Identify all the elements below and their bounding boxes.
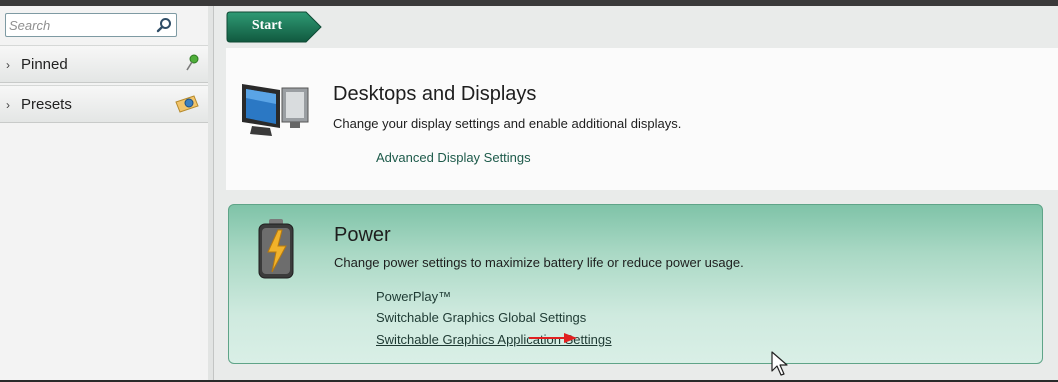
mouse-cursor-icon (771, 351, 789, 382)
monitor-icon (240, 82, 324, 143)
start-button[interactable]: Start (226, 11, 322, 43)
start-label: Start (251, 18, 283, 33)
pin-icon (184, 54, 200, 77)
presets-icon (174, 94, 200, 119)
section-title: Power (334, 224, 391, 246)
section-description: Change power settings to maximize batter… (334, 255, 744, 270)
app-window: › Pinned › Presets (0, 6, 1058, 380)
powerplay-link[interactable]: PowerPlay™ (376, 289, 451, 304)
sidebar-item-presets[interactable]: › Presets (0, 85, 208, 123)
search-input[interactable] (9, 16, 149, 34)
annotation-arrow-icon (528, 331, 578, 349)
switchable-graphics-global-settings-link[interactable]: Switchable Graphics Global Settings (376, 310, 586, 325)
search-box[interactable] (5, 13, 177, 37)
chevron-right-icon: › (6, 98, 10, 112)
section-description: Change your display settings and enable … (333, 116, 682, 131)
sidebar: › Pinned › Presets (0, 6, 209, 380)
section-title: Desktops and Displays (333, 83, 537, 105)
sidebar-item-label: Pinned (21, 56, 68, 73)
sidebar-item-label: Presets (21, 96, 72, 113)
battery-icon (256, 218, 296, 285)
section-power: Power Change power settings to maximize … (228, 204, 1043, 364)
sidebar-item-pinned[interactable]: › Pinned (0, 45, 208, 83)
section-desktops-and-displays: Desktops and Displays Change your displa… (226, 48, 1058, 190)
advanced-display-settings-link[interactable]: Advanced Display Settings (376, 150, 531, 165)
search-icon[interactable] (156, 17, 172, 33)
main-panel: Start Desktops and Displays Change your … (214, 6, 1058, 380)
chevron-right-icon: › (6, 58, 10, 72)
